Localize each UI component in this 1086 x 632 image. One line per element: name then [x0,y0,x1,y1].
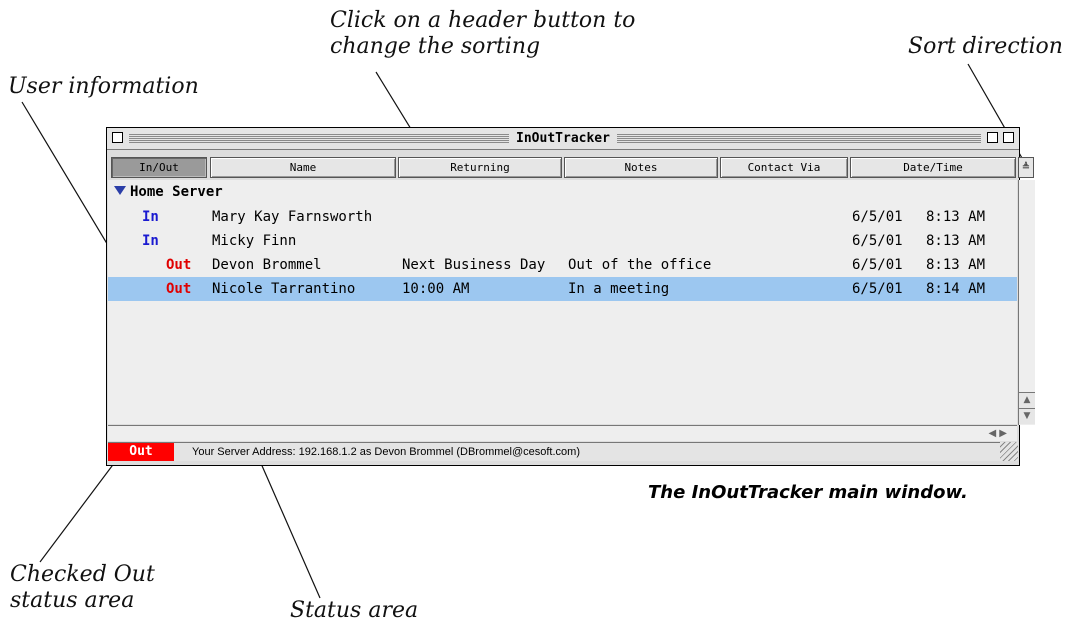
scroll-down-arrow-icon[interactable]: ▼ [1019,408,1035,424]
leader-checked-out [39,457,119,563]
header-in-out-button[interactable]: In/Out [111,157,207,178]
annotation-header-hint-line1: Click on a header button to [330,8,636,33]
row-name: Nicole Tarrantino [212,281,356,297]
table-row-selected[interactable]: Out Nicole Tarrantino 10:00 AM In a meet… [108,277,1017,301]
annotation-status-area: Status area [290,598,419,623]
annotation-checked-out-line1: Checked Out [10,562,155,587]
window-title: InOutTracker [107,131,1019,146]
header-returning-button[interactable]: Returning [398,157,562,178]
row-time: 8:13 AM [926,257,986,273]
row-returning: 10:00 AM [402,281,470,297]
row-notes: Out of the office [568,257,712,273]
annotation-user-information: User information [8,74,199,99]
annotation-checked-out: Checked Out status area [10,562,155,614]
row-name: Devon Brommel [212,257,322,273]
sort-direction-icon[interactable]: ≜ [1018,157,1034,178]
header-notes-button[interactable]: Notes [564,157,718,178]
annotation-sort-direction: Sort direction [908,34,1063,59]
annotation-header-hint: Click on a header button to change the s… [330,8,635,60]
group-name: Home Server [130,184,223,200]
row-status: Out [166,281,192,297]
user-list[interactable]: Home Server In Mary Kay Farnsworth 6/5/0… [108,180,1017,424]
annotation-header-hint-line2: change the sorting [330,34,541,59]
header-contact-via-button[interactable]: Contact Via [720,157,848,178]
collapse-box-icon[interactable] [987,132,998,143]
row-date: 6/5/01 [852,209,903,225]
table-row[interactable]: In Micky Finn 6/5/01 8:13 AM [108,229,1017,253]
checked-out-status-area[interactable]: Out [108,443,174,461]
row-time: 8:13 AM [926,233,986,249]
row-returning: Next Business Day [402,257,546,273]
header-date-time-button[interactable]: Date/Time [850,157,1016,178]
scroll-left-right-arrows-icon[interactable]: ◀ ▶ [988,426,1007,441]
row-name: Micky Finn [212,233,297,249]
zoom-box-icon[interactable] [1003,132,1014,143]
title-bar[interactable]: InOutTracker [107,128,1019,150]
row-notes: In a meeting [568,281,670,297]
status-bar: Out Your Server Address: 192.168.1.2 as … [108,442,1018,461]
row-status: In [142,233,159,249]
annotation-checked-out-line2: status area [10,588,135,613]
leader-user-information [21,101,119,263]
resize-grip-icon[interactable] [1000,442,1018,461]
row-date: 6/5/01 [852,233,903,249]
horizontal-scrollbar[interactable]: ◀ ▶ [108,425,1017,441]
row-name: Mary Kay Farnsworth [212,209,373,225]
column-header-row: In/Out Name Returning Notes Contact Via … [109,157,1017,178]
leader-status-area [255,451,321,599]
table-row[interactable]: Out Devon Brommel Next Business Day Out … [108,253,1017,277]
row-time: 8:13 AM [926,209,986,225]
row-status: In [142,209,159,225]
header-name-button[interactable]: Name [210,157,396,178]
group-header[interactable]: Home Server [114,184,223,200]
scroll-up-arrow-icon[interactable]: ▲ [1019,392,1035,408]
row-status: Out [166,257,192,273]
row-date: 6/5/01 [852,281,903,297]
disclosure-triangle-icon[interactable] [114,186,126,195]
vertical-scrollbar[interactable]: ▲ ▼ [1018,180,1035,425]
status-message: Your Server Address: 192.168.1.2 as Devo… [192,446,580,458]
row-date: 6/5/01 [852,257,903,273]
main-window: InOutTracker In/Out Name Returning Notes… [106,127,1035,466]
window-title-text: InOutTracker [510,131,616,146]
figure-caption: The InOutTracker main window. [648,482,968,503]
row-time: 8:14 AM [926,281,986,297]
table-row[interactable]: In Mary Kay Farnsworth 6/5/01 8:13 AM [108,205,1017,229]
